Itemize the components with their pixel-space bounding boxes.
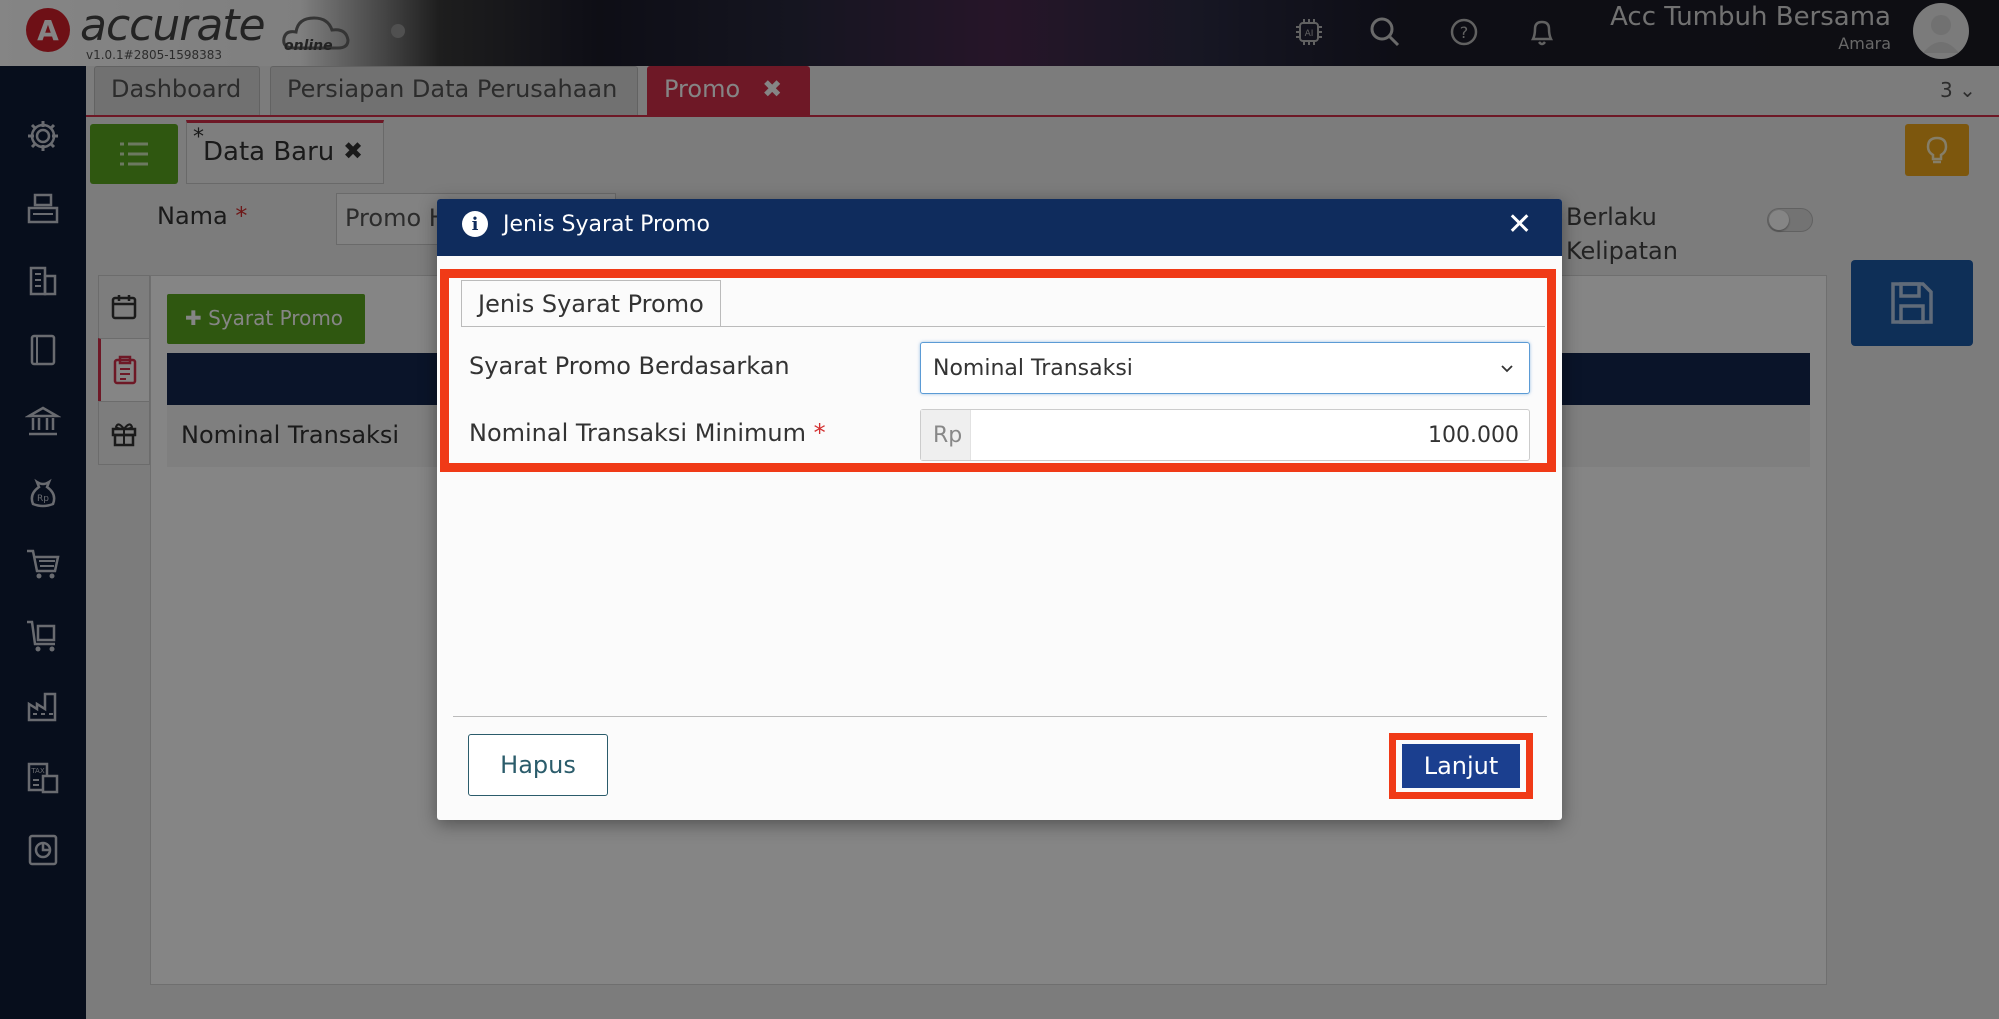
chevron-down-icon xyxy=(1501,365,1513,373)
dialog-title: Jenis Syarat Promo xyxy=(503,212,710,237)
hapus-button[interactable]: Hapus xyxy=(468,734,608,796)
tab-divider xyxy=(461,326,1545,327)
jenis-syarat-promo-dialog: i Jenis Syarat Promo ✕ Jenis Syarat Prom… xyxy=(437,199,1562,820)
tab-jenis-syarat[interactable]: Jenis Syarat Promo xyxy=(461,280,721,327)
info-icon: i xyxy=(462,211,488,237)
currency-prefix: Rp xyxy=(921,410,971,460)
nominal-minimum-label: Nominal Transaksi Minimum * xyxy=(469,419,826,447)
footer-divider xyxy=(453,716,1547,717)
required-mark: * xyxy=(813,419,826,447)
syarat-berdasarkan-label: Syarat Promo Berdasarkan xyxy=(469,352,790,380)
lanjut-button[interactable]: Lanjut xyxy=(1402,744,1520,788)
nominal-minimum-input[interactable]: Rp 100.000 xyxy=(920,409,1530,461)
syarat-berdasarkan-select[interactable]: Nominal Transaksi xyxy=(920,342,1530,394)
nominal-minimum-text: Nominal Transaksi Minimum xyxy=(469,419,806,447)
select-value: Nominal Transaksi xyxy=(933,356,1133,381)
close-icon[interactable]: ✕ xyxy=(1507,207,1532,242)
dialog-header: i Jenis Syarat Promo ✕ xyxy=(437,199,1562,256)
nominal-value: 100.000 xyxy=(1428,423,1519,448)
